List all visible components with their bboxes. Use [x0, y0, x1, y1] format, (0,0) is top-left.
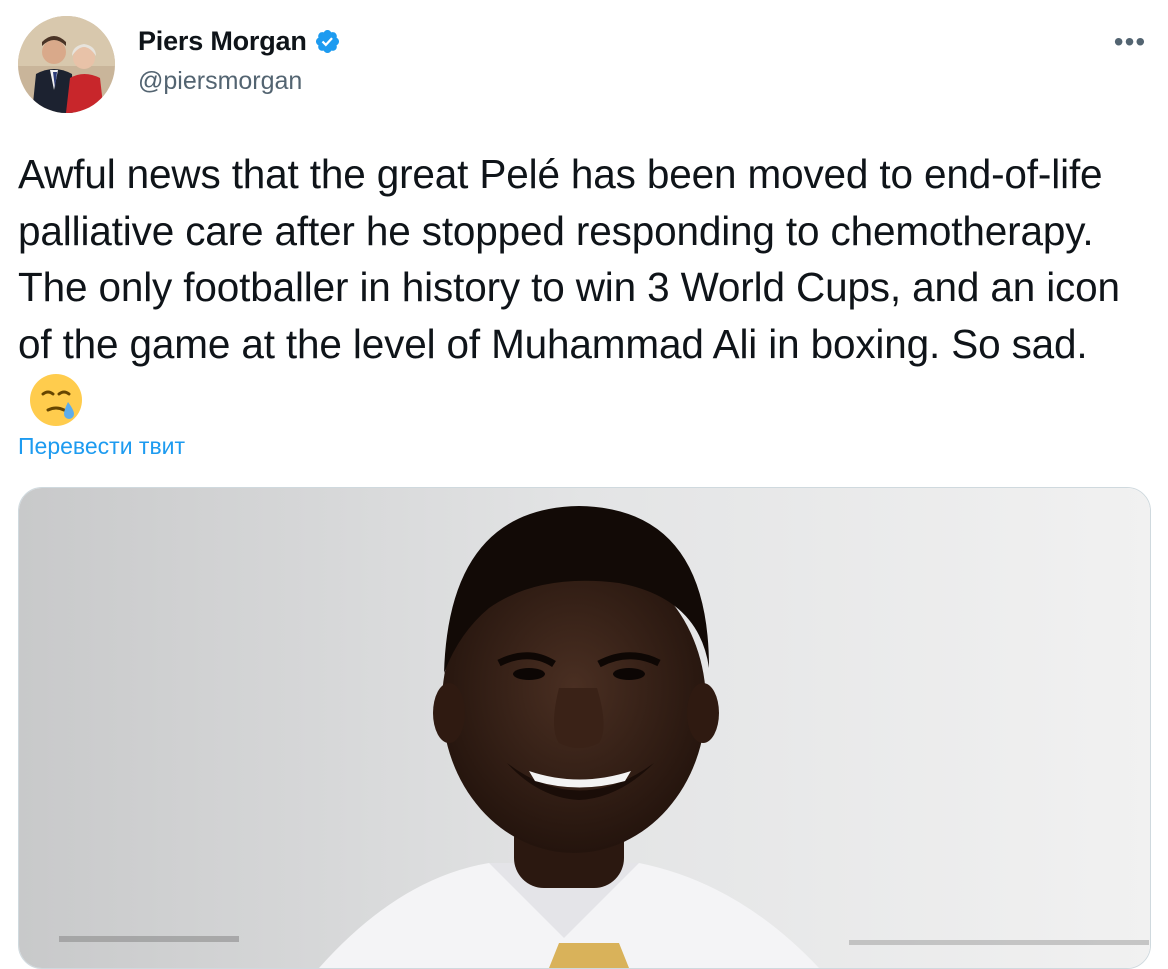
tweet-media-photo[interactable]	[18, 487, 1151, 969]
translate-tweet-link[interactable]: Перевести твит	[18, 433, 185, 460]
more-options-icon[interactable]: •••	[1108, 24, 1152, 60]
profile-photo	[18, 16, 115, 113]
display-name[interactable]: Piers Morgan	[138, 26, 307, 57]
face-holding-back-tears-icon	[28, 372, 84, 428]
tweet-text: Awful news that the great Pelé has been …	[18, 146, 1153, 431]
handle[interactable]: @piersmorgan	[138, 67, 302, 96]
tweet-text-body: Awful news that the great Pelé has been …	[18, 151, 1120, 367]
avatar[interactable]	[18, 16, 115, 113]
author-name-row: Piers Morgan	[138, 26, 341, 57]
verified-badge-icon	[314, 28, 341, 55]
tweet-photo	[19, 488, 1150, 968]
